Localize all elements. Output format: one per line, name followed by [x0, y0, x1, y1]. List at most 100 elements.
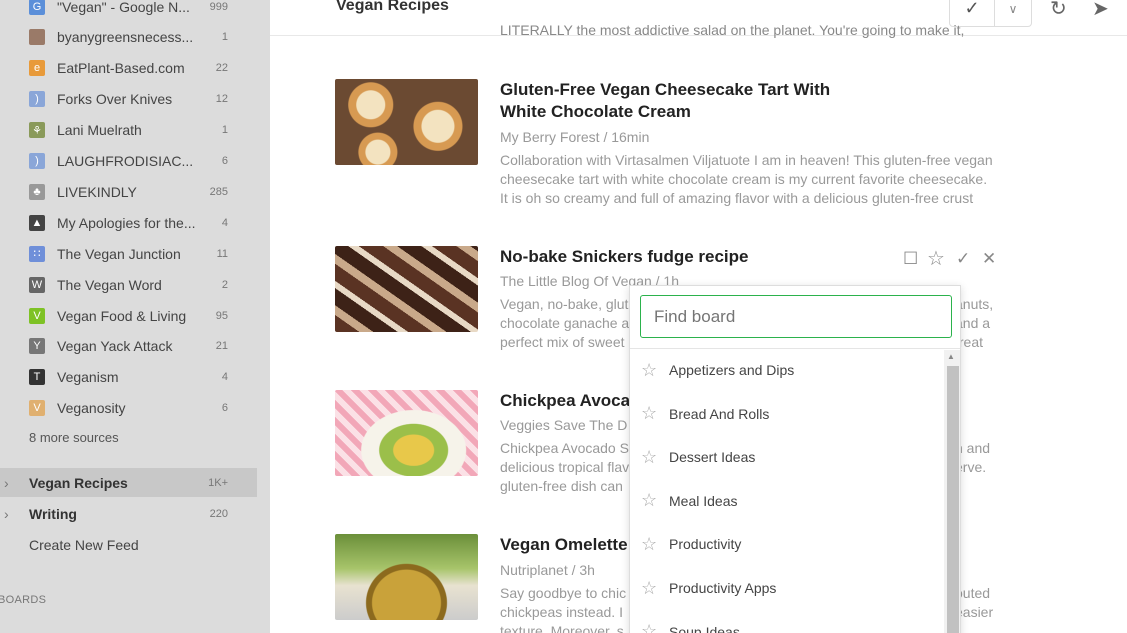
- sidebar-source-item[interactable]: e EatPlant-Based.com 22: [0, 53, 257, 84]
- article-summary-overflow: n and erve.: [955, 439, 1015, 477]
- boards-heading: BOARDS: [0, 594, 47, 606]
- source-count: 22: [215, 62, 228, 75]
- board-item[interactable]: ☆ Bread And Rolls: [630, 394, 944, 434]
- leaf-icon: ⚘: [29, 122, 45, 139]
- sidebar-source-item[interactable]: W The Vegan Word 2: [0, 269, 257, 300]
- summary-line: erve.: [955, 459, 987, 475]
- article-thumbnail[interactable]: [335, 246, 478, 332]
- source-name: LIVEKINDLY: [57, 183, 137, 200]
- board-item[interactable]: ☆ Productivity Apps: [630, 568, 944, 608]
- article-summary-overflow: outed easier: [955, 584, 1015, 622]
- summary-line: anuts,: [955, 296, 994, 312]
- summary-line: easier: [955, 604, 994, 620]
- sidebar-source-item[interactable]: ) Forks Over Knives 12: [0, 84, 257, 115]
- article-meta: My Berry Forest / 16min: [500, 129, 650, 145]
- send-icon[interactable]: ➤: [1092, 0, 1109, 21]
- yack-icon: Y: [29, 338, 45, 355]
- star-icon[interactable]: ☆: [641, 447, 657, 468]
- article-title[interactable]: Chickpea Avocad: [500, 390, 640, 412]
- board-label: Productivity Apps: [669, 580, 777, 596]
- article-title[interactable]: Vegan Omelette v: [500, 534, 642, 556]
- star-icon[interactable]: ☆: [641, 534, 657, 555]
- article-meta: Nutriplanet / 3h: [500, 562, 595, 578]
- board-label: Dessert Ideas: [669, 449, 756, 466]
- chevron-down-icon: ∨: [1008, 1, 1018, 16]
- sidebar-source-item[interactable]: ∷ The Vegan Junction 11: [0, 238, 257, 269]
- board-label: Productivity: [669, 536, 742, 553]
- bookmark-icon[interactable]: ☐: [903, 249, 918, 269]
- article-summary: Collaboration with Virtasalmen Viljatuot…: [500, 151, 1010, 208]
- source-count: 1: [221, 124, 228, 137]
- source-count: 999: [209, 0, 228, 13]
- source-count: 11: [216, 247, 228, 260]
- close-icon[interactable]: ✕: [982, 249, 996, 269]
- source-name: Veganism: [57, 369, 119, 386]
- feed-vegan-recipes[interactable]: › Vegan Recipes 1K+: [0, 468, 257, 497]
- sidebar-source-item[interactable]: ) LAUGHFRODISIAC... 6: [0, 146, 257, 177]
- star-icon[interactable]: ☆: [641, 578, 657, 599]
- sidebar-source-item[interactable]: ⚘ Lani Muelrath 1: [0, 115, 257, 146]
- scrollbar-thumb[interactable]: [947, 366, 959, 633]
- source-name: Forks Over Knives: [57, 91, 173, 108]
- more-sources-link[interactable]: 8 more sources: [29, 430, 119, 445]
- sidebar-source-item[interactable]: ▲ My Apologies for the... 4: [0, 207, 257, 238]
- scroll-up-arrow-icon[interactable]: ▲: [947, 352, 955, 361]
- board-label: Meal Ideas: [669, 492, 738, 509]
- article-thumbnail[interactable]: [335, 390, 478, 476]
- feed-writing[interactable]: › Writing 220: [0, 499, 257, 528]
- board-item[interactable]: ☆ Productivity: [630, 524, 944, 564]
- source-name: My Apologies for the...: [57, 214, 196, 231]
- source-count: 1: [221, 31, 228, 44]
- article-meta: Veggies Save The D: [500, 417, 628, 433]
- star-icon[interactable]: ☆: [641, 621, 657, 633]
- chevron-right-icon[interactable]: ›: [4, 475, 9, 491]
- board-label: Bread And Rolls: [669, 405, 770, 422]
- checkmark-icon[interactable]: ✓: [956, 249, 970, 269]
- star-icon[interactable]: ☆: [641, 360, 657, 381]
- article-thumbnail[interactable]: [335, 534, 478, 620]
- source-count: 4: [221, 216, 228, 229]
- source-count: 6: [221, 155, 228, 167]
- rss-icon: ): [29, 91, 45, 108]
- source-count: 285: [209, 185, 228, 198]
- sidebar-source-item[interactable]: T Veganism 4: [0, 362, 257, 393]
- article-title[interactable]: No-bake Snickers fudge recipe: [500, 246, 748, 268]
- sidebar-source-item[interactable]: Y Vegan Yack Attack 21: [0, 331, 257, 362]
- sidebar-source-item[interactable]: G "Vegan" - Google N... 999: [0, 0, 257, 22]
- chevron-right-icon[interactable]: ›: [4, 506, 9, 522]
- scrollbar[interactable]: ▲: [944, 350, 960, 633]
- star-icon[interactable]: ☆: [927, 246, 945, 271]
- divider: [630, 348, 960, 349]
- sidebar-source-item[interactable]: V Vegan Food & Living 95: [0, 300, 257, 331]
- sidebar-source-item[interactable]: ♣ LIVEKINDLY 285: [0, 176, 257, 207]
- source-name: Vegan Yack Attack: [57, 338, 173, 355]
- source-name: EatPlant-Based.com: [57, 60, 185, 77]
- feed-name: Vegan Recipes: [29, 474, 128, 491]
- article-thumbnail[interactable]: [335, 79, 478, 165]
- board-item[interactable]: ☆ Dessert Ideas: [630, 437, 944, 477]
- article-title[interactable]: Gluten-Free Vegan Cheesecake Tart With W…: [500, 79, 830, 123]
- create-new-feed-link[interactable]: Create New Feed: [29, 537, 139, 553]
- dots-icon: ∷: [29, 245, 45, 262]
- previous-article-summary: LITERALLY the most addictive salad on th…: [500, 22, 965, 38]
- google-news-icon: G: [29, 0, 45, 15]
- star-icon[interactable]: ☆: [641, 403, 657, 424]
- summary-line: Collaboration with Virtasalmen Viljatuot…: [500, 152, 993, 168]
- source-name: Lani Muelrath: [57, 122, 142, 139]
- source-name: Veganosity: [57, 400, 126, 417]
- sidebar-source-item[interactable]: V Veganosity 6: [0, 393, 257, 424]
- sidebar-source-item[interactable]: byanygreensnecess... 1: [0, 22, 257, 53]
- star-icon[interactable]: ☆: [641, 490, 657, 511]
- feed-count: 1K+: [208, 476, 228, 489]
- mark-read-options-button[interactable]: ∨: [995, 0, 1031, 26]
- bird-icon: ▲: [29, 214, 45, 231]
- source-count: 4: [221, 371, 228, 384]
- board-item[interactable]: ☆ Meal Ideas: [630, 481, 944, 521]
- board-item[interactable]: ☆ Soup Ideas: [630, 612, 944, 633]
- save-to-board-popup: ☆ Appetizers and Dips ☆ Bread And Rolls ☆ Des…: [629, 285, 961, 633]
- nyt-icon: T: [29, 369, 45, 386]
- refresh-icon[interactable]: ↻: [1050, 0, 1067, 21]
- source-name: The Vegan Junction: [57, 245, 181, 262]
- find-board-input[interactable]: [640, 295, 952, 338]
- board-item[interactable]: ☆ Appetizers and Dips: [630, 350, 944, 390]
